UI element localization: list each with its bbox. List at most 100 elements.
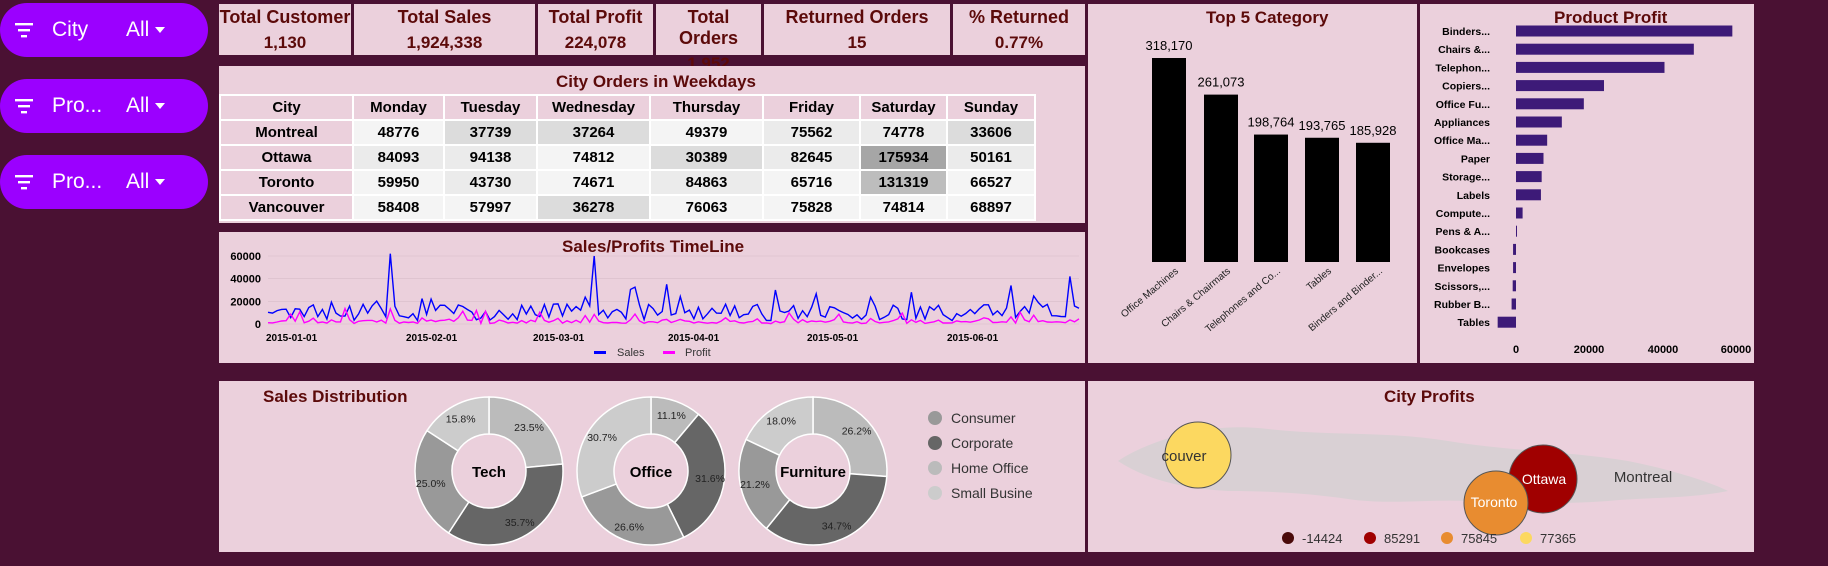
- y-tick-label: 60000: [230, 251, 261, 263]
- chevron-down-icon[interactable]: [155, 179, 165, 185]
- category-label: Compute...: [1436, 208, 1490, 220]
- table-cell: 74671: [536, 169, 651, 196]
- category-label: Rubber B...: [1434, 299, 1490, 311]
- bar: [1356, 142, 1390, 262]
- table-cell: 94138: [443, 144, 538, 171]
- table-cell: 75562: [762, 119, 861, 146]
- donut-slice: [765, 472, 888, 546]
- kpi-total-sales: Total Sales 1,924,338: [354, 4, 535, 55]
- legend-swatch-profit: [663, 351, 675, 354]
- kpi-returned-orders: Returned Orders 15: [764, 4, 950, 55]
- table-cell: 58408: [352, 194, 445, 221]
- kpi-label: % Returned: [968, 7, 1069, 27]
- table-cell: 37739: [443, 119, 538, 146]
- legend-label-profit: Profit: [685, 347, 711, 359]
- kpi-total-orders: Total Orders 1,952: [656, 4, 761, 73]
- chevron-down-icon[interactable]: [155, 103, 165, 109]
- category-label: Office Fu...: [1436, 99, 1490, 111]
- data-label: 193,765: [1299, 118, 1346, 133]
- bar: [1254, 134, 1288, 262]
- kpi-label: Total Customer: [219, 7, 351, 27]
- bar: [1305, 137, 1339, 262]
- bar: [1204, 94, 1238, 262]
- legend-label: Consumer: [951, 410, 1016, 426]
- category-label: Paper: [1461, 153, 1490, 165]
- table-cell: 131319: [859, 169, 948, 196]
- bar: [1516, 189, 1541, 201]
- bar: [1516, 225, 1517, 237]
- city-label: Ottawa: [1522, 471, 1567, 487]
- data-label: 185,928: [1350, 123, 1397, 138]
- table-header-cell: City: [219, 94, 354, 121]
- bar: [1516, 152, 1544, 164]
- city-name-cell: Vancouver: [219, 194, 354, 221]
- table-cell: 68897: [946, 194, 1036, 221]
- table-cell: 74814: [859, 194, 948, 221]
- table-cell: 82645: [762, 144, 861, 171]
- category-label: Pens & A...: [1436, 226, 1491, 238]
- y-tick-label: 0: [255, 319, 261, 331]
- donut-center-label: Office: [630, 464, 673, 481]
- slice-label: 11.1%: [657, 410, 686, 422]
- table-row: Vancouver 58408 57997 36278 76063 75828 74814 6…: [219, 194, 1036, 221]
- legend-swatch: [1282, 532, 1294, 544]
- table-cell: 74812: [536, 144, 651, 171]
- table-header-cell: Wednesday: [536, 94, 651, 121]
- filter-icon: [15, 23, 33, 38]
- filter-product-1[interactable]: Pro... All: [0, 79, 208, 133]
- category-label: Chairs &...: [1438, 44, 1490, 56]
- x-tick-label: 20000: [1574, 344, 1605, 356]
- bar: [1516, 25, 1733, 37]
- timeline-chart: 60000 40000 20000 0 2015-01-01 2015-02-01 2015…: [230, 251, 1080, 359]
- table-cell: 36278: [536, 194, 651, 221]
- donut-slice: [576, 396, 652, 498]
- table-cell: 74778: [859, 119, 948, 146]
- filter-value: All: [126, 170, 150, 193]
- table-row: Toronto 59950 43730 74671 84863 65716 131319 66…: [219, 169, 1036, 196]
- bar: [1516, 98, 1584, 110]
- slice-label: 25.0%: [416, 478, 446, 490]
- top5-chart: 318,170Office Machines261,073Chairs & Ch…: [1119, 38, 1397, 335]
- kpi-value: 224,078: [564, 33, 627, 52]
- city-label: Montreal: [1614, 469, 1672, 486]
- x-tick-label: 2015-04-01: [668, 333, 720, 344]
- x-tick-label: 60000: [1721, 344, 1752, 356]
- donut-slice: [580, 483, 685, 546]
- filter-city[interactable]: City All: [0, 3, 208, 57]
- slice-label: 30.7%: [587, 432, 617, 444]
- table-cell: 33606: [946, 119, 1036, 146]
- data-label: 198,764: [1248, 115, 1295, 130]
- legend-swatch: [1520, 532, 1532, 544]
- city-label: Toronto: [1471, 494, 1518, 510]
- table-cell: 30389: [649, 144, 764, 171]
- table-cell: 48776: [352, 119, 445, 146]
- x-tick-label: 40000: [1648, 344, 1679, 356]
- category-label: Storage...: [1442, 172, 1490, 184]
- legend-swatch: [1364, 532, 1376, 544]
- table-header-cell: Tuesday: [443, 94, 538, 121]
- data-label: 318,170: [1146, 38, 1193, 53]
- bar: [1516, 43, 1694, 55]
- product-profit-chart: Binders... Chairs &... Telephon... Copiers.…: [1434, 25, 1752, 356]
- table-cell: 59950: [352, 169, 445, 196]
- table-cell: 49379: [649, 119, 764, 146]
- slice-label: 21.2%: [740, 479, 770, 491]
- chevron-down-icon[interactable]: [155, 27, 165, 33]
- filter-product-2[interactable]: Pro... All: [0, 155, 208, 209]
- kpi-label: Returned Orders: [785, 7, 929, 27]
- kpi-total-customer: Total Customer 1,130: [219, 4, 351, 55]
- legend-label: 75845: [1461, 531, 1497, 546]
- filter-value: All: [126, 94, 150, 117]
- bar: [1516, 116, 1562, 128]
- table-header-cell: Friday: [762, 94, 861, 121]
- legend-label: Small Busine: [951, 485, 1033, 501]
- kpi-label: Total Sales: [397, 7, 492, 27]
- filter-icon: [15, 175, 33, 190]
- slice-label: 15.8%: [446, 414, 476, 426]
- city-name-cell: Ottawa: [219, 144, 354, 171]
- kpi-label: Total Orders: [678, 7, 739, 48]
- legend-swatch-sales: [594, 351, 606, 354]
- y-tick-label: 20000: [230, 296, 261, 308]
- legend-label: 85291: [1384, 531, 1420, 546]
- x-tick-label: 2015-06-01: [947, 333, 999, 344]
